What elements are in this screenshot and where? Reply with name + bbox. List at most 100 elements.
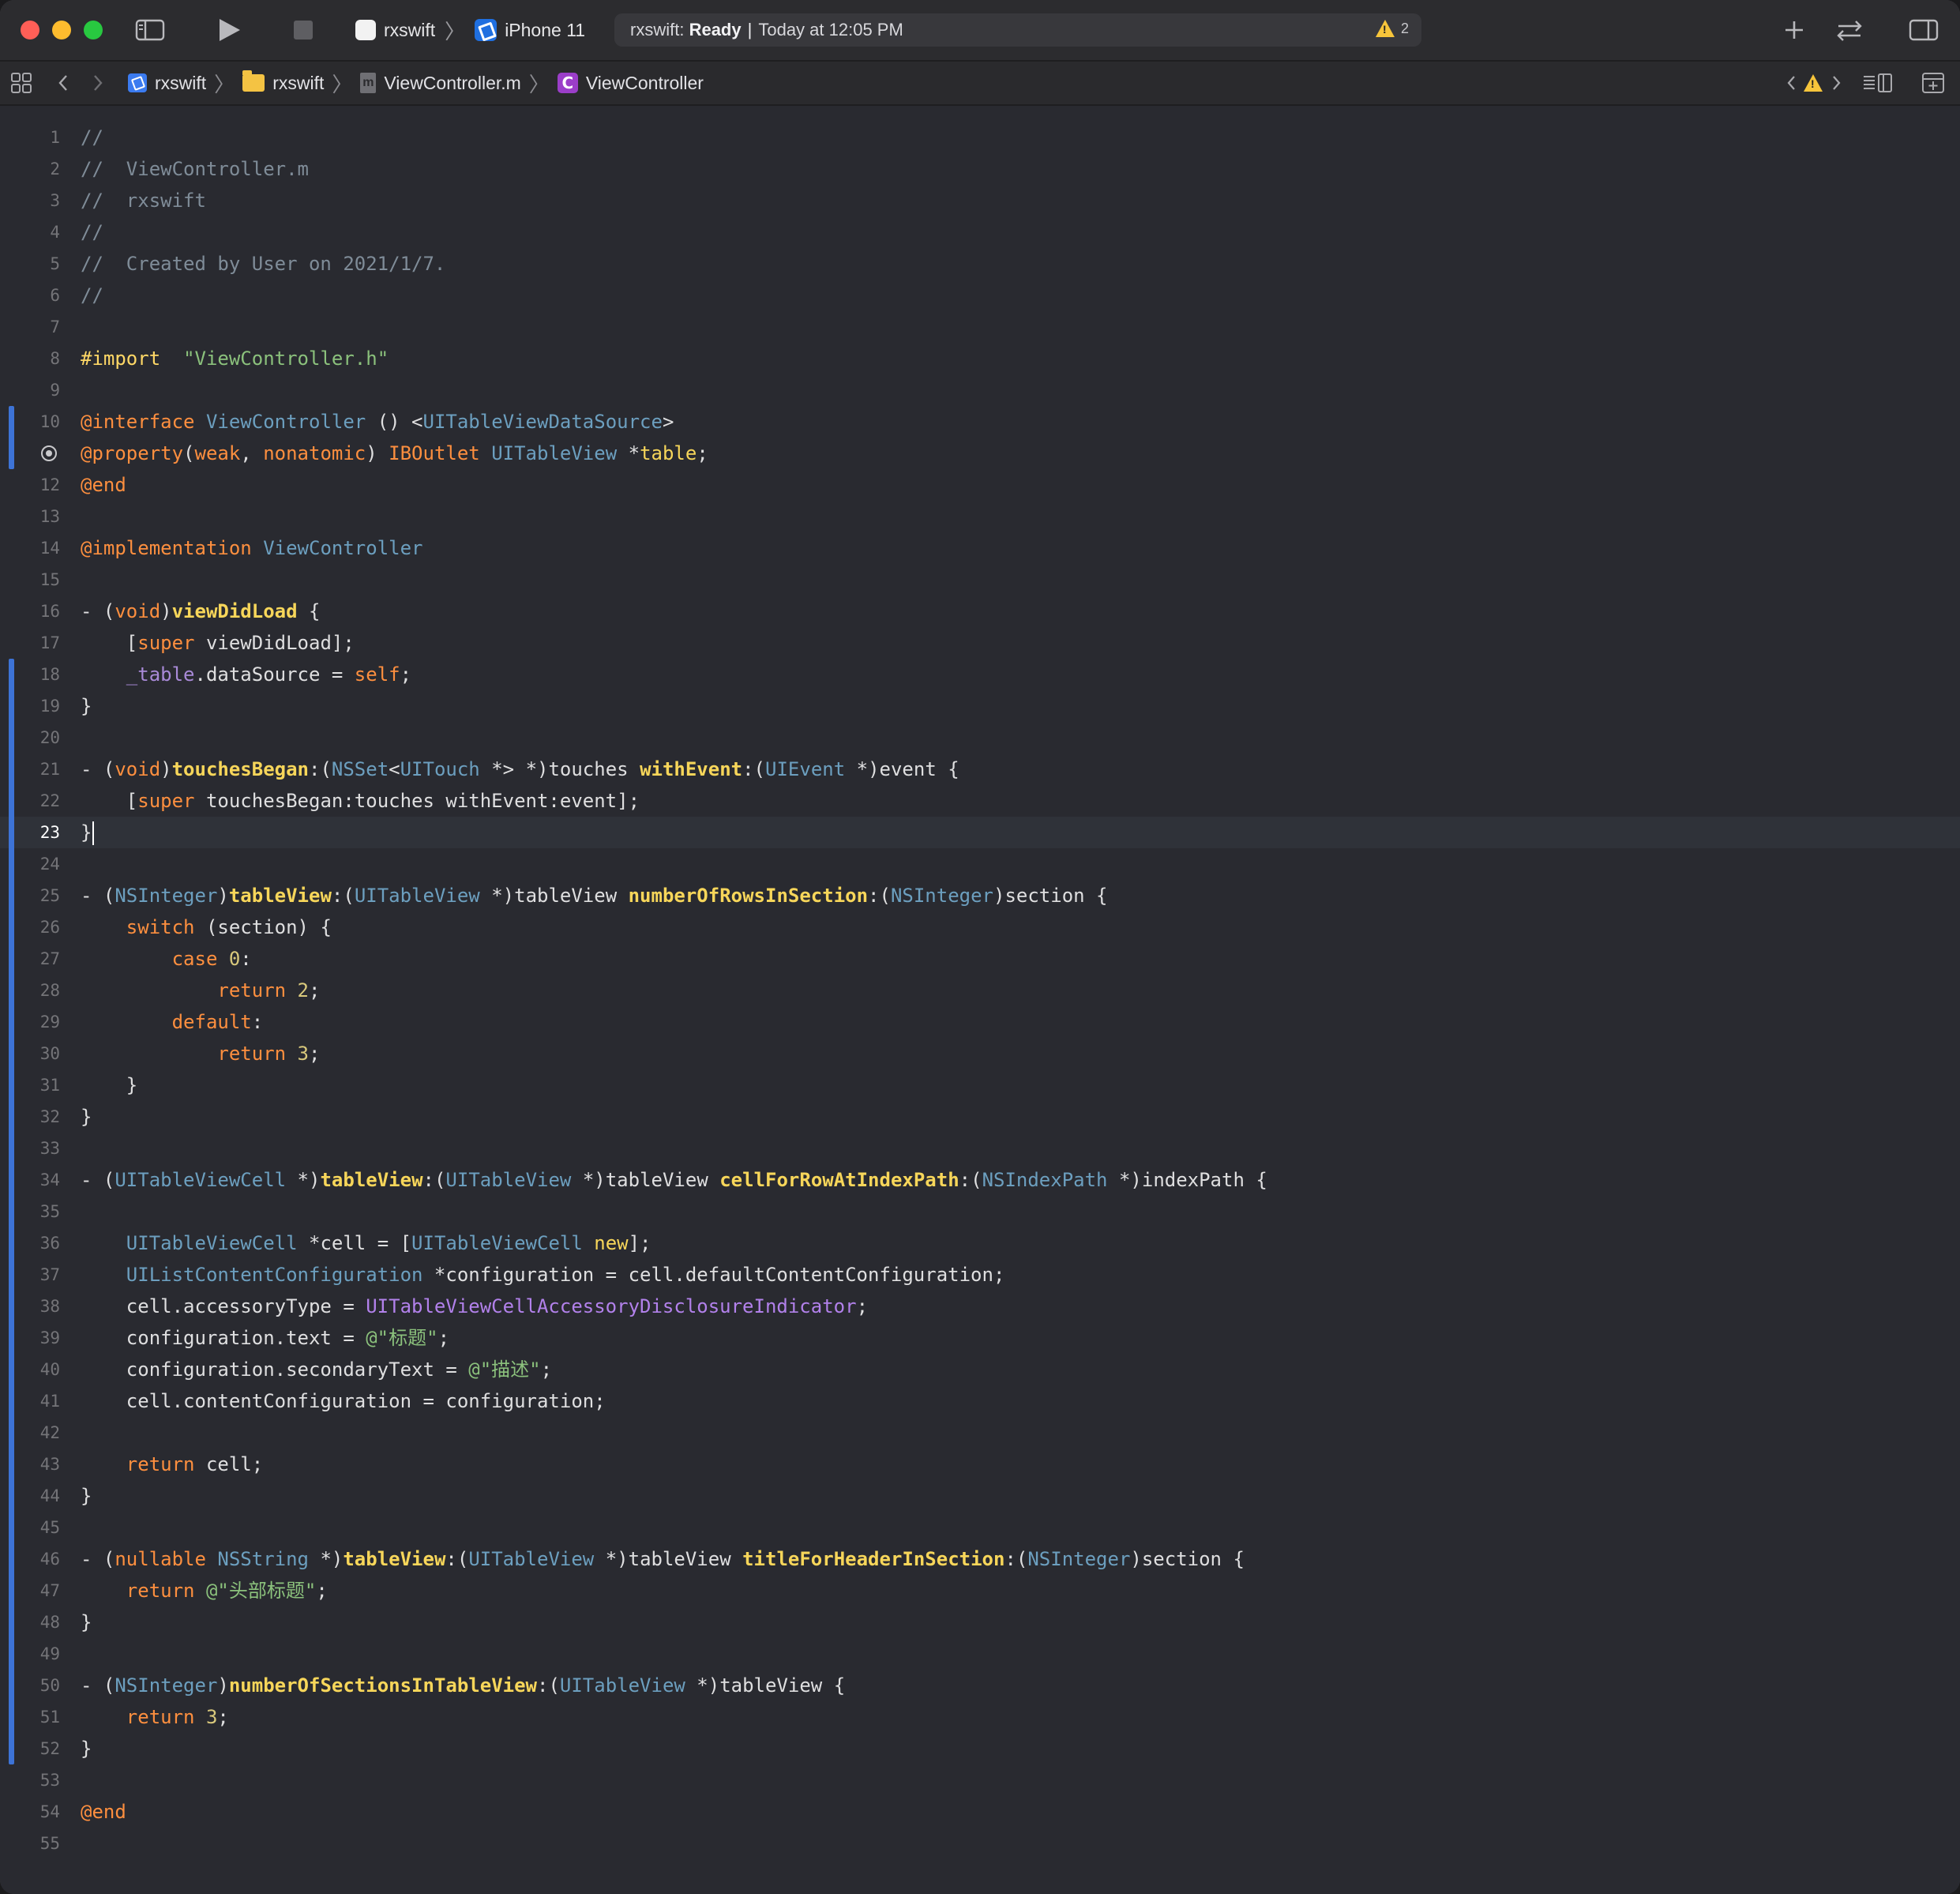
code-line[interactable]: 52}: [0, 1733, 1960, 1764]
code-line[interactable]: 51 return 3;: [0, 1701, 1960, 1733]
code-line[interactable]: 10 @interface ViewController () <UITableV…: [0, 406, 1960, 438]
code-line[interactable]: 21- (void)touchesBegan:(NSSet<UITouch *>…: [0, 753, 1960, 785]
code-line[interactable]: 27 case 0:: [0, 943, 1960, 975]
line-number[interactable]: 12: [0, 469, 60, 501]
lines-icon[interactable]: [1862, 62, 1894, 104]
code-line[interactable]: 43 return cell;: [0, 1449, 1960, 1480]
line-number[interactable]: 9: [0, 374, 60, 406]
code-line[interactable]: 40 configuration.secondaryText = @"描述";: [0, 1354, 1960, 1385]
code-line[interactable]: 44}: [0, 1480, 1960, 1512]
line-number[interactable]: 16: [0, 596, 60, 627]
code-line[interactable]: 2 // ViewController.m: [0, 153, 1960, 185]
line-number[interactable]: 13: [0, 501, 60, 532]
add-editor-icon[interactable]: [1921, 62, 1946, 104]
code-line[interactable]: 12 @end: [0, 469, 1960, 501]
code-line[interactable]: 33: [0, 1133, 1960, 1164]
code-line[interactable]: 23}: [0, 817, 1960, 848]
code-line[interactable]: 16 - (void)viewDidLoad {: [0, 596, 1960, 627]
code-line[interactable]: 38 cell.accessoryType = UITableViewCellA…: [0, 1291, 1960, 1322]
code-line[interactable]: 50- (NSInteger)numberOfSectionsInTableVi…: [0, 1670, 1960, 1701]
sidebar-right-icon[interactable]: [1908, 14, 1939, 46]
code-line[interactable]: 5 // Created by User on 2021/1/7.: [0, 248, 1960, 280]
code-line[interactable]: 14 @implementation ViewController: [0, 532, 1960, 564]
code-line[interactable]: 4 //: [0, 216, 1960, 248]
outlet-connection-icon[interactable]: [41, 445, 57, 461]
code-line[interactable]: 8 #import "ViewController.h": [0, 343, 1960, 374]
code-line[interactable]: 11@property(weak, nonatomic) IBOutlet UI…: [0, 438, 1960, 469]
chevron-left-icon[interactable]: [1783, 62, 1799, 104]
code-line[interactable]: 26 switch (section) {: [0, 911, 1960, 943]
sidebar-left-icon[interactable]: [134, 14, 166, 46]
line-number[interactable]: 8: [0, 343, 60, 374]
code-line[interactable]: 15: [0, 564, 1960, 596]
code-line[interactable]: 19}: [0, 690, 1960, 722]
breadcrumb-file[interactable]: ViewController.m: [384, 73, 520, 94]
code-line[interactable]: 28 return 2;: [0, 975, 1960, 1006]
code-line[interactable]: 47 return @"头部标题";: [0, 1575, 1960, 1607]
code-line[interactable]: 3 // rxswift: [0, 185, 1960, 216]
line-number[interactable]: 17: [0, 627, 60, 659]
scheme-selector[interactable]: rxswift 〉 iPhone 11: [355, 14, 585, 46]
code-line[interactable]: 34- (UITableViewCell *)tableView:(UITabl…: [0, 1164, 1960, 1196]
code-line[interactable]: 6 //: [0, 280, 1960, 311]
code-line[interactable]: 35: [0, 1196, 1960, 1227]
code-line[interactable]: 9: [0, 374, 1960, 406]
line-number[interactable]: 3: [0, 185, 60, 216]
code-line[interactable]: 24: [0, 848, 1960, 880]
code-line[interactable]: 31 }: [0, 1069, 1960, 1101]
warning-badge[interactable]: 2: [1375, 20, 1409, 37]
line-number[interactable]: 6: [0, 280, 60, 311]
line-number[interactable]: 4: [0, 216, 60, 248]
stop-icon[interactable]: [291, 14, 316, 46]
code-line[interactable]: 46- (nullable NSString *)tableView:(UITa…: [0, 1543, 1960, 1575]
code-line[interactable]: 39 configuration.text = @"标题";: [0, 1322, 1960, 1354]
line-number[interactable]: 1: [0, 122, 60, 153]
code-line[interactable]: 55: [0, 1828, 1960, 1859]
chevron-left-icon[interactable]: [54, 62, 73, 104]
code-line[interactable]: 41 cell.contentConfiguration = configura…: [0, 1385, 1960, 1417]
grid-icon[interactable]: [9, 62, 33, 104]
code-line[interactable]: 53: [0, 1764, 1960, 1796]
code-line[interactable]: 36 UITableViewCell *cell = [UITableViewC…: [0, 1227, 1960, 1259]
code-line[interactable]: 22 [super touchesBegan:touches withEvent…: [0, 785, 1960, 817]
code-line[interactable]: 42: [0, 1417, 1960, 1449]
close-window-button[interactable]: [21, 21, 39, 39]
line-number[interactable]: 7: [0, 311, 60, 343]
code-line[interactable]: 54 @end: [0, 1796, 1960, 1828]
breadcrumb-group[interactable]: rxswift: [272, 73, 324, 94]
code-line[interactable]: 20: [0, 722, 1960, 753]
play-icon[interactable]: [215, 14, 243, 46]
code-line[interactable]: 45: [0, 1512, 1960, 1543]
line-number[interactable]: 15: [0, 564, 60, 596]
code-line[interactable]: 30 return 3;: [0, 1038, 1960, 1069]
source-editor[interactable]: 1 // 2 // ViewController.m 3 // rxswift 4 // 5 //…: [0, 106, 1960, 1894]
code-line[interactable]: 25- (NSInteger)tableView:(UITableView *)…: [0, 880, 1960, 911]
code-line[interactable]: 37 UIListContentConfiguration *configura…: [0, 1259, 1960, 1291]
code-line[interactable]: 48}: [0, 1607, 1960, 1638]
code-line[interactable]: 17 [super viewDidLoad];: [0, 627, 1960, 659]
arrows-swap-icon[interactable]: [1832, 14, 1867, 46]
line-number[interactable]: 55: [0, 1828, 60, 1859]
warning-icon[interactable]: [1804, 62, 1823, 104]
change-indicator-bar[interactable]: [9, 659, 14, 1764]
zoom-window-button[interactable]: [84, 21, 103, 39]
plus-icon[interactable]: [1780, 14, 1808, 46]
line-number[interactable]: 14: [0, 532, 60, 564]
code-line[interactable]: 29 default:: [0, 1006, 1960, 1038]
change-indicator-bar[interactable]: [9, 406, 14, 469]
chevron-right-icon[interactable]: [88, 62, 107, 104]
minimize-window-button[interactable]: [52, 21, 71, 39]
line-number[interactable]: 5: [0, 248, 60, 280]
line-number[interactable]: 53: [0, 1764, 60, 1796]
code-line[interactable]: 18 _table.dataSource = self;: [0, 659, 1960, 690]
code-line[interactable]: 32}: [0, 1101, 1960, 1133]
code-line[interactable]: 1 //: [0, 122, 1960, 153]
breadcrumb-project[interactable]: rxswift: [155, 73, 206, 94]
breadcrumb-symbol[interactable]: ViewController: [586, 73, 704, 94]
code-line[interactable]: 49: [0, 1638, 1960, 1670]
line-number[interactable]: 2: [0, 153, 60, 185]
chevron-right-icon[interactable]: [1829, 62, 1845, 104]
code-line[interactable]: 7: [0, 311, 1960, 343]
line-number[interactable]: 54: [0, 1796, 60, 1828]
code-line[interactable]: 13: [0, 501, 1960, 532]
